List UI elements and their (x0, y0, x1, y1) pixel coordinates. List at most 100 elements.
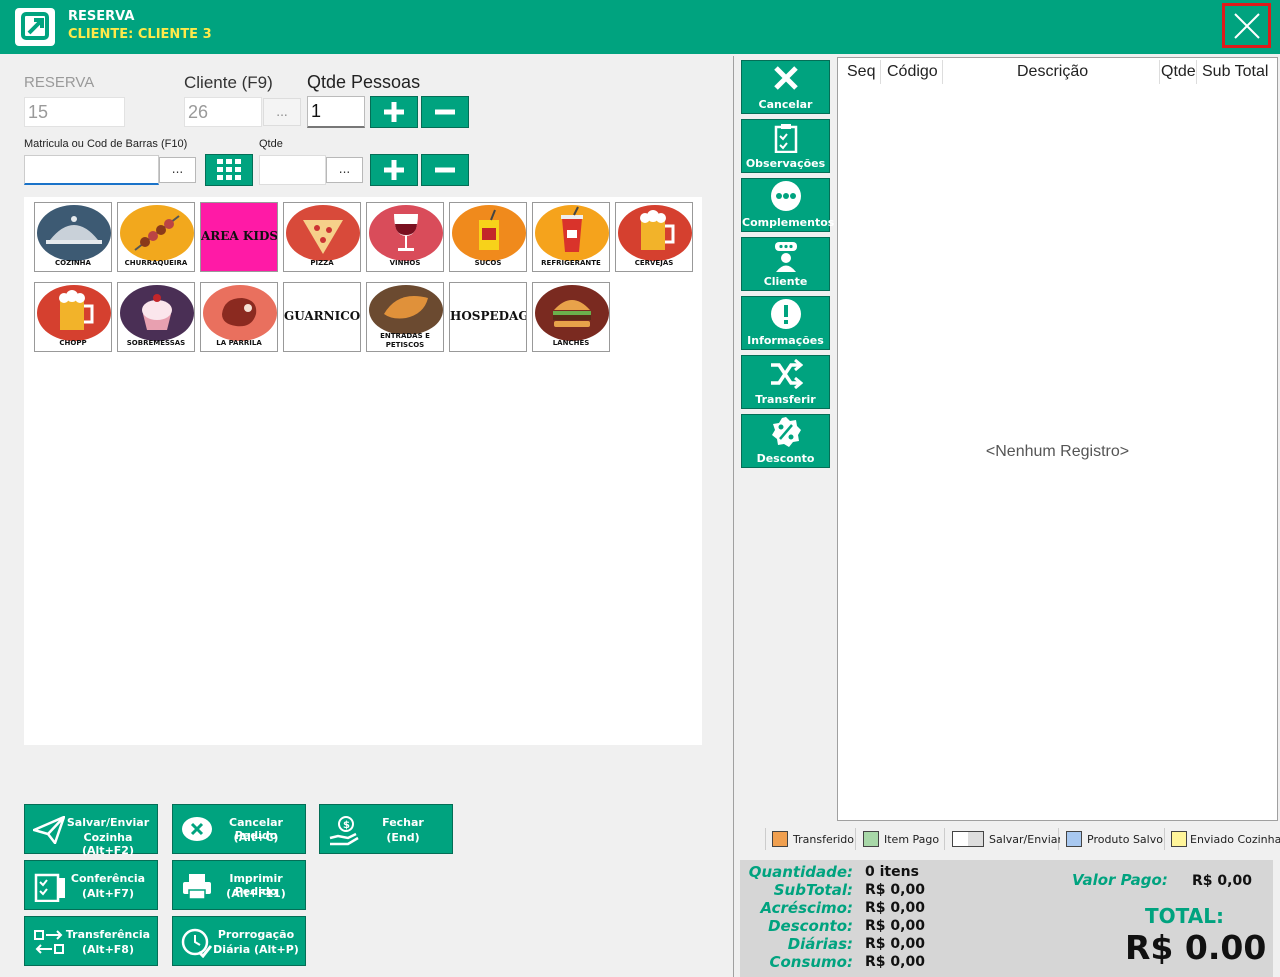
category-lanches[interactable]: LANCHES (532, 282, 610, 352)
consumo-label: Consumo: (769, 953, 853, 971)
action-shortcut: (Alt+F8) (82, 943, 134, 956)
valor-pago-label: Valor Pago: (1072, 871, 1168, 889)
category-sucos[interactable]: SUCOS (449, 202, 527, 272)
printer-icon (183, 874, 211, 900)
diarias-value: R$ 0,00 (865, 936, 925, 952)
cancelar-side-button[interactable]: Cancelar (741, 60, 830, 114)
reserva-label: RESERVA (24, 74, 95, 91)
category-label: CHOPP (59, 339, 87, 347)
clipboard-icon (774, 124, 798, 153)
column-header-codigo[interactable]: Código (887, 63, 938, 81)
legend-swatch (1066, 831, 1082, 847)
column-divider (942, 60, 943, 84)
keypad-grid-icon (217, 159, 241, 180)
informacoes-side-button[interactable]: Informações (741, 296, 830, 350)
legend-label: Item Pago (884, 833, 940, 846)
category-label: COZINHA (55, 259, 91, 267)
reserva-field[interactable]: 15 (24, 97, 125, 127)
column-header-qtde[interactable]: Qtde (1161, 63, 1195, 81)
category-guarnicoes[interactable]: GUARNICOES (283, 282, 361, 352)
qtde-lookup-button[interactable]: ... (326, 157, 363, 183)
legend-enviado-cozinha: Enviado Cozinha (1166, 828, 1280, 850)
category-area-kids[interactable]: AREA KIDS (200, 202, 278, 272)
consumo-value: R$ 0,00 (865, 954, 925, 970)
transferencia-button[interactable]: Transferência (Alt+F8) (24, 916, 158, 966)
column-header-seq[interactable]: Seq (847, 63, 875, 81)
cancelar-pedido-button[interactable]: Cancelar Pedido (Alt+C) (172, 804, 306, 854)
category-label: LA PARRILA (216, 339, 262, 347)
draft-beer-icon (37, 285, 111, 341)
action-shortcut: Diária (Alt+P) (213, 943, 299, 956)
category-cervejas[interactable]: CERVEJAS (615, 202, 693, 272)
observacoes-side-button[interactable]: Observações (741, 119, 830, 173)
plus-icon (384, 160, 404, 180)
column-header-descricao[interactable]: Descrição (1017, 63, 1088, 81)
category-hospedagem[interactable]: HOSPEDAGEM (449, 282, 527, 352)
action-shortcut: (End) (386, 831, 420, 844)
category-la-parrila[interactable]: LA PARRILA (200, 282, 278, 352)
column-header-subtotal[interactable]: Sub Total (1202, 63, 1268, 81)
category-label: PIZZA (310, 259, 334, 267)
side-button-label: Desconto (756, 452, 815, 465)
category-pizza[interactable]: PIZZA (283, 202, 361, 272)
category-cozinha[interactable]: COZINHA (34, 202, 112, 272)
imprimir-pedido-button[interactable]: Imprimir Pedido (Alt+F11) (172, 860, 306, 910)
skewer-icon (120, 205, 194, 261)
valor-pago-value: R$ 0,00 (1192, 873, 1252, 889)
qtde-input[interactable] (259, 155, 326, 185)
action-label: Fechar (382, 816, 424, 829)
increase-qtde-button[interactable] (370, 154, 418, 186)
matricula-input[interactable] (24, 155, 159, 185)
transferir-side-button[interactable]: Transferir (741, 355, 830, 409)
order-items-table[interactable]: Seq Código Descrição Qtde Sub Total <Nen… (837, 57, 1278, 821)
category-refrigerante[interactable]: REFRIGERANTE (532, 202, 610, 272)
close-icon (1234, 13, 1260, 39)
cliente-side-button[interactable]: Cliente (741, 237, 830, 291)
close-button[interactable] (1222, 3, 1271, 48)
category-chopp[interactable]: CHOPP (34, 282, 112, 352)
quantidade-label: Quantidade: (748, 863, 853, 881)
conferencia-button[interactable]: Conferência (Alt+F7) (24, 860, 158, 910)
salvar-enviar-cozinha-button[interactable]: Salvar/Enviar Cozinha (Alt+F2) (24, 804, 158, 857)
action-label: Transferência (65, 928, 151, 941)
qtde-pessoas-field[interactable]: 1 (307, 96, 365, 128)
category-label: SOBREMESSAS (126, 339, 186, 347)
cliente-field[interactable]: 26 (184, 97, 262, 127)
keypad-button[interactable] (205, 154, 253, 186)
column-divider (1196, 60, 1197, 84)
steak-icon (203, 285, 277, 341)
desconto-side-button[interactable]: Desconto (741, 414, 830, 468)
legend-salvar-enviar: Salvar/Enviar (946, 828, 1063, 850)
category-churraqueira[interactable]: CHURRAQUEIRA (117, 202, 195, 272)
category-label: ENTRADAS E PETISCOS (380, 332, 430, 349)
category-sobremessas[interactable]: SOBREMESSAS (117, 282, 195, 352)
legend-label: Produto Salvo (1087, 833, 1163, 846)
person-chat-icon (775, 242, 797, 272)
decrease-pessoas-button[interactable] (421, 96, 469, 128)
empty-state-text: <Nenhum Registro> (985, 443, 1130, 460)
legend-item-pago: Item Pago (857, 828, 945, 850)
burger-icon (535, 285, 609, 341)
croissant-icon (369, 285, 443, 334)
increase-pessoas-button[interactable] (370, 96, 418, 128)
category-entradas-e-petiscos[interactable]: ENTRADAS E PETISCOS (366, 282, 444, 352)
legend-label: Enviado Cozinha (1190, 833, 1280, 846)
legend-label: Salvar/Enviar (989, 833, 1063, 846)
qtde-pessoas-label: Qtde Pessoas (307, 72, 421, 92)
decrease-qtde-button[interactable] (421, 154, 469, 186)
category-vinhos[interactable]: VINHOS (366, 202, 444, 272)
fechar-button[interactable]: $ Fechar (End) (319, 804, 453, 854)
cloche-icon (37, 205, 111, 261)
x-icon (774, 66, 798, 90)
app-logo (15, 8, 55, 46)
complementos-side-button[interactable]: Complementos (741, 178, 834, 232)
side-button-label: Observações (745, 157, 826, 170)
paper-plane-icon (33, 816, 65, 844)
action-label: Salvar/Enviar (66, 816, 150, 829)
prorrogacao-diaria-button[interactable]: Prorrogação Diária (Alt+P) (172, 916, 306, 966)
category-panel: COZINHA CHURRAQUEIRA AREA KIDS PIZZA VIN… (24, 197, 702, 745)
qtde-label: Qtde (259, 138, 283, 150)
cupcake-icon (120, 285, 194, 341)
matricula-lookup-button[interactable]: ... (159, 157, 196, 183)
cliente-lookup-button[interactable]: ... (263, 98, 301, 126)
